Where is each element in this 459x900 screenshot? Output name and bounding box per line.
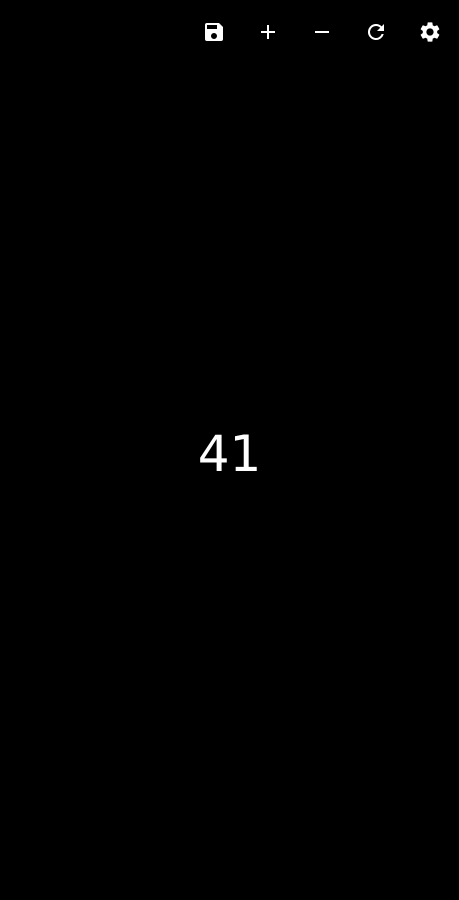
reset-button[interactable] bbox=[349, 0, 403, 64]
settings-button[interactable] bbox=[403, 0, 457, 64]
top-toolbar bbox=[187, 0, 459, 64]
save-icon bbox=[205, 23, 223, 41]
counter-screen: { "toolbar": { "items": [ { "name": "sav… bbox=[0, 0, 459, 900]
refresh-icon bbox=[367, 23, 384, 40]
minus-icon bbox=[315, 31, 329, 33]
gear-icon bbox=[420, 22, 440, 42]
save-button[interactable] bbox=[187, 0, 241, 64]
plus-icon bbox=[261, 25, 275, 39]
decrement-button[interactable] bbox=[295, 0, 349, 64]
increment-button[interactable] bbox=[241, 0, 295, 64]
counter-value: 41 bbox=[197, 425, 262, 483]
